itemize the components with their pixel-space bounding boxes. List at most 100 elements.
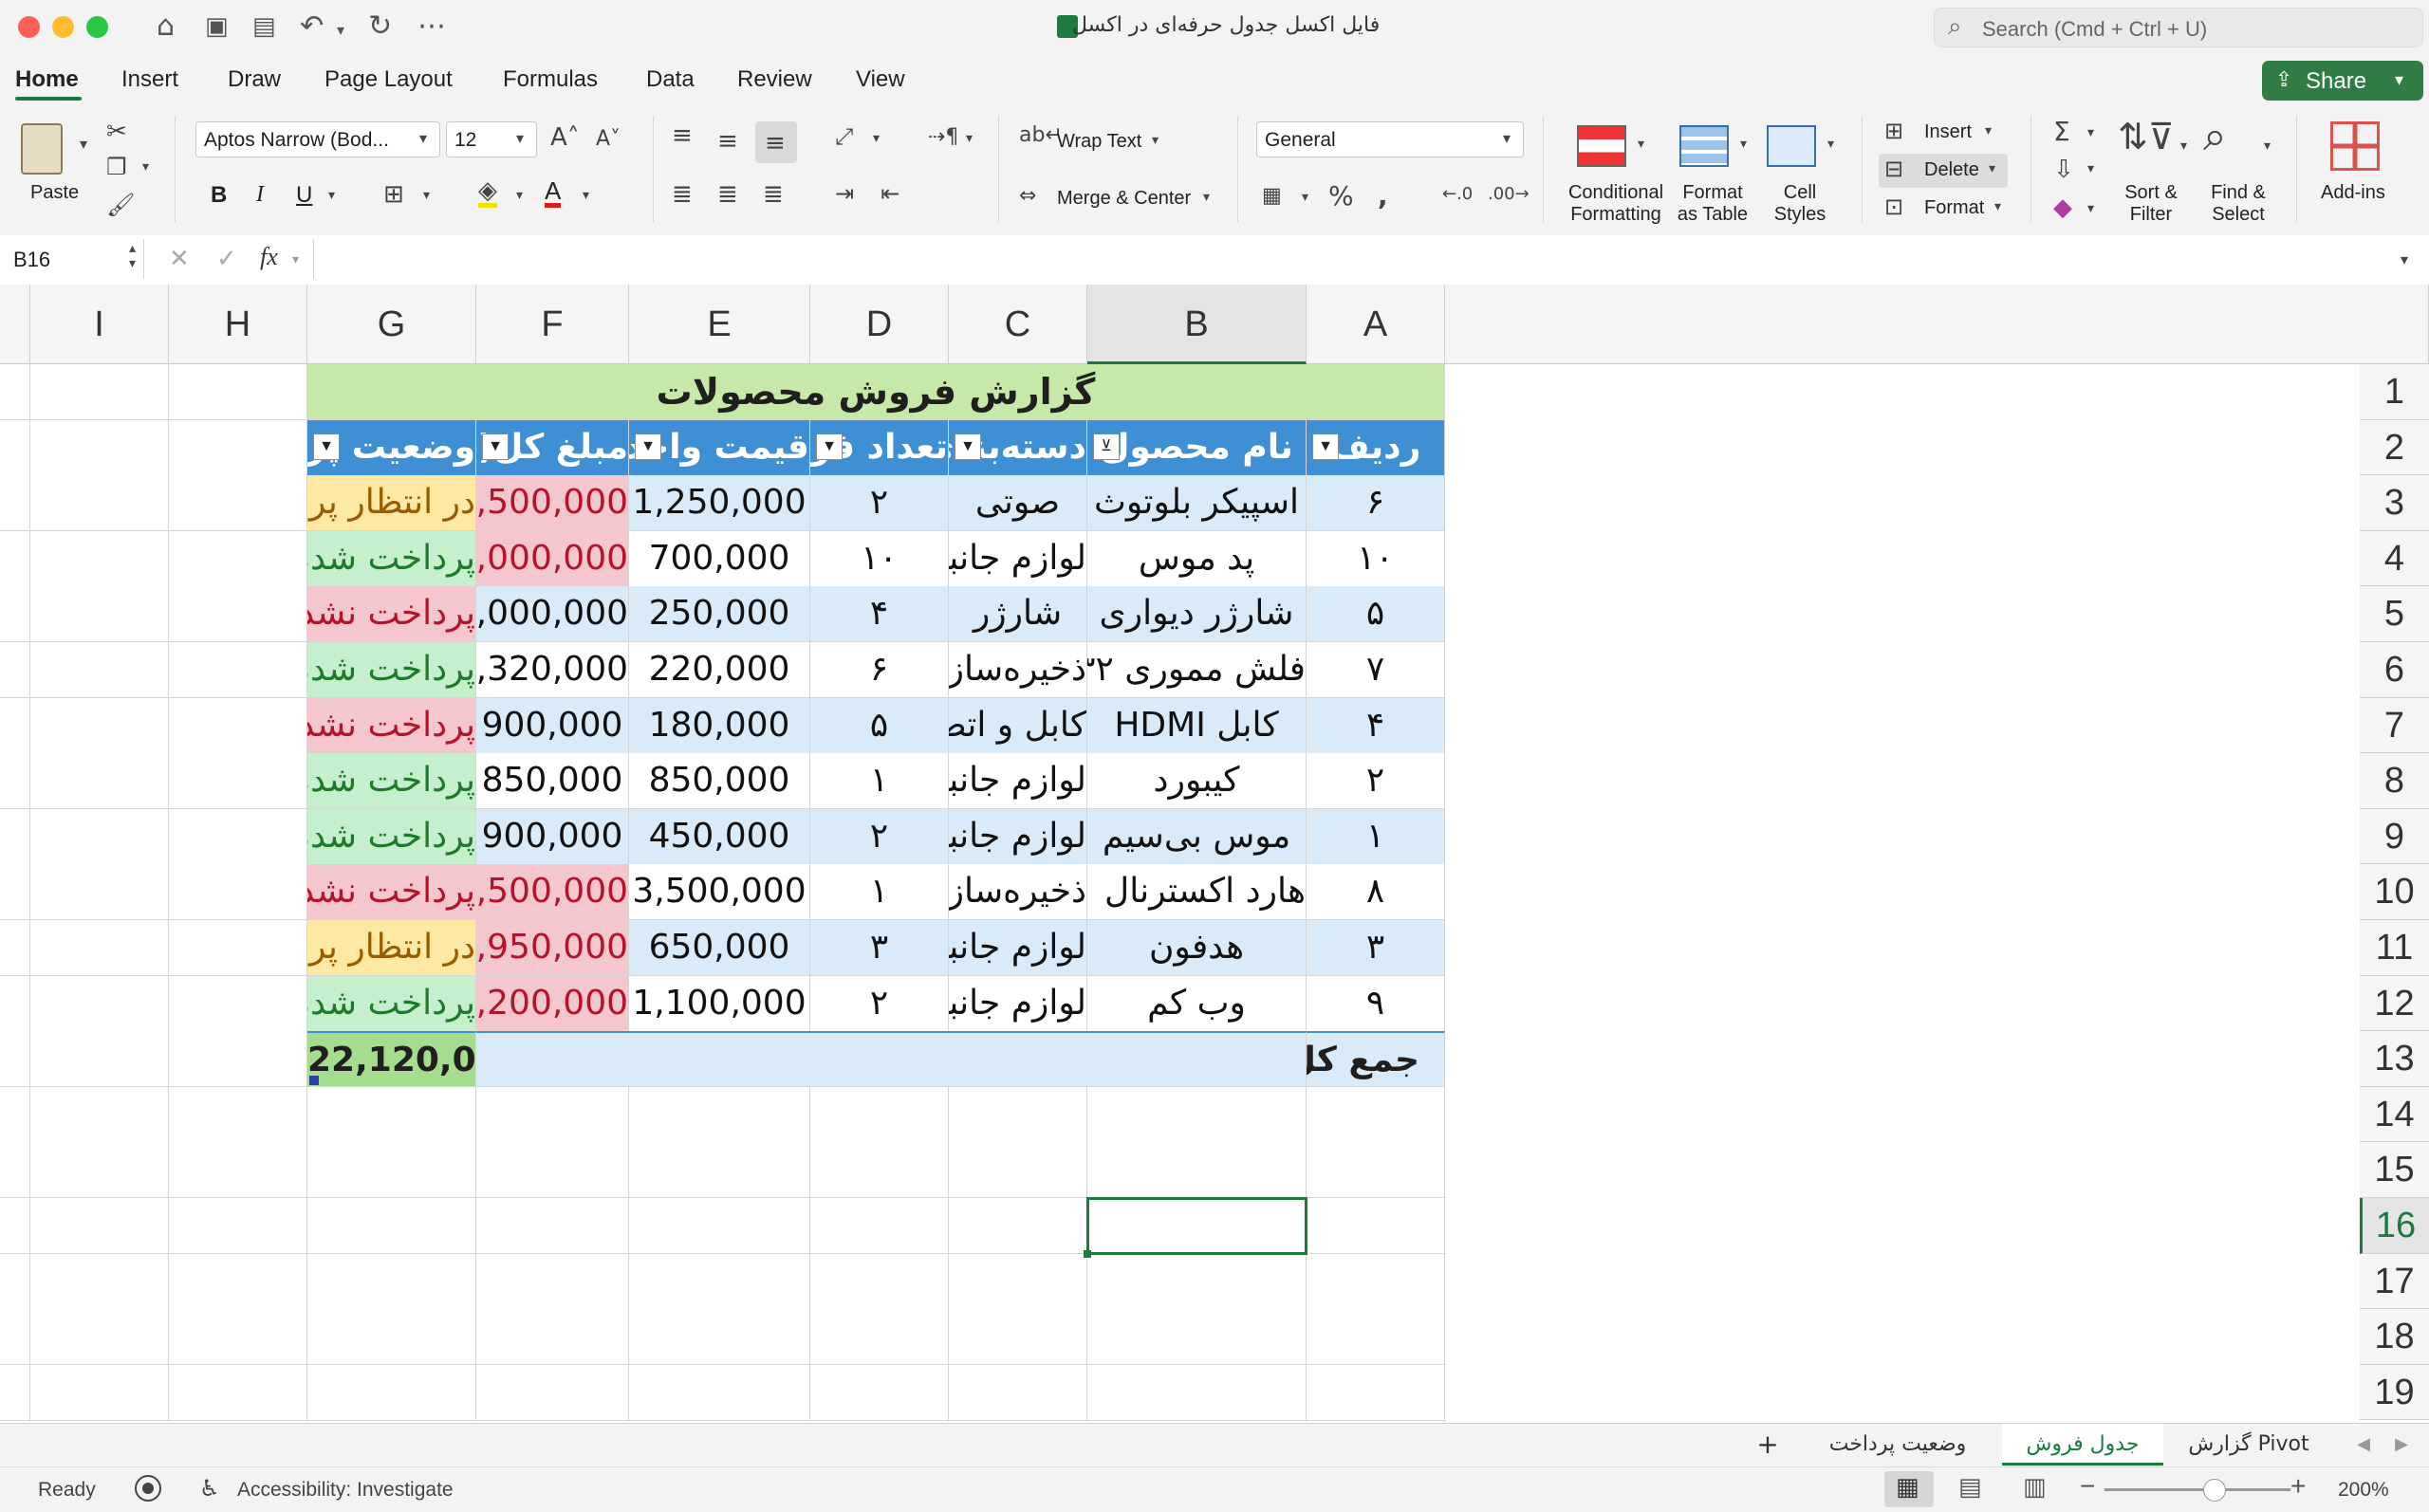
- cell-styles-icon[interactable]: [1767, 125, 1816, 167]
- grid-cell[interactable]: [307, 1086, 476, 1143]
- row-header[interactable]: 11: [2360, 920, 2429, 976]
- home-icon[interactable]: ⌂: [157, 9, 175, 43]
- tab-review[interactable]: Review: [737, 66, 812, 93]
- grid-cell[interactable]: [0, 1309, 30, 1366]
- redo-icon[interactable]: ↻: [368, 9, 392, 43]
- grid-cell[interactable]: [949, 1142, 1087, 1199]
- text-direction-icon[interactable]: ⇢¶: [928, 125, 958, 149]
- table-cell[interactable]: ۱: [1307, 808, 1445, 865]
- table-cell[interactable]: هدفون: [1087, 920, 1307, 977]
- grid-cell[interactable]: [810, 1142, 949, 1199]
- table-cell[interactable]: 1,100,000: [629, 975, 810, 1032]
- row-header[interactable]: 9: [2360, 808, 2429, 865]
- format-as-table-label[interactable]: Format as Table: [1670, 182, 1755, 226]
- grid-cell[interactable]: [169, 864, 307, 921]
- page-break-view-icon[interactable]: ▥: [2023, 1473, 2047, 1502]
- decrease-decimal-icon[interactable]: .00→: [1488, 184, 1530, 204]
- cancel-icon[interactable]: ✕: [169, 245, 190, 273]
- tab-data[interactable]: Data: [646, 66, 695, 93]
- sheet-tab-payment-status[interactable]: وضعیت پرداخت: [1803, 1424, 1993, 1466]
- filter-dropdown-button[interactable]: ▼: [482, 433, 509, 460]
- name-box[interactable]: B16: [0, 239, 144, 279]
- grid-cell[interactable]: [169, 530, 307, 587]
- orientation-icon[interactable]: ⤢: [835, 123, 853, 150]
- cut-icon[interactable]: ✂: [106, 118, 127, 146]
- wrap-text-button[interactable]: Wrap Text: [1057, 131, 1141, 153]
- grid-cell[interactable]: [30, 530, 169, 587]
- table-cell[interactable]: ۱: [810, 753, 949, 810]
- font-name-select[interactable]: Aptos Narrow (Bod...: [195, 121, 440, 157]
- undo-dropdown-icon[interactable]: ▾: [337, 21, 344, 39]
- grid-cell[interactable]: [30, 1198, 169, 1255]
- grid-cell[interactable]: [307, 1309, 476, 1366]
- row-header[interactable]: 7: [2360, 697, 2429, 754]
- scroll-tabs-right-icon[interactable]: ▶: [2387, 1424, 2416, 1466]
- grid-cell[interactable]: [30, 1253, 169, 1310]
- grid-cell[interactable]: [0, 1086, 30, 1143]
- insert-function-icon[interactable]: fx: [260, 243, 278, 271]
- zoom-slider-thumb[interactable]: [2203, 1479, 2226, 1502]
- grid-cell[interactable]: [1307, 1142, 1445, 1199]
- increase-font-size-icon[interactable]: A˄: [550, 123, 580, 152]
- grid-cell[interactable]: [1087, 1142, 1307, 1199]
- grid-cell[interactable]: [0, 364, 30, 421]
- table-cell[interactable]: ۵: [1307, 586, 1445, 643]
- grid-cell[interactable]: [169, 975, 307, 1032]
- underline-dropdown-icon[interactable]: ▾: [328, 188, 335, 203]
- table-cell[interactable]: صوتی: [949, 475, 1087, 532]
- page-layout-view-icon[interactable]: ▤: [1958, 1473, 1982, 1502]
- table-cell[interactable]: پرداخت نشده: [307, 586, 476, 643]
- table-cell[interactable]: پرداخت شده: [307, 642, 476, 699]
- add-ins-icon[interactable]: [2330, 121, 2380, 171]
- column-header-d[interactable]: D: [810, 285, 949, 364]
- share-button[interactable]: ⇪ Share ▾: [2262, 61, 2423, 101]
- table-cell[interactable]: ۶: [810, 642, 949, 699]
- table-cell[interactable]: شارژر: [949, 586, 1087, 643]
- grid-cell[interactable]: [169, 1364, 307, 1421]
- sheet-tab-sales-table[interactable]: جدول فروش: [2002, 1424, 2163, 1466]
- font-color-icon[interactable]: A: [545, 178, 562, 208]
- zoom-out-button[interactable]: −: [2080, 1471, 2095, 1502]
- close-window-button[interactable]: [18, 16, 40, 38]
- align-left-icon[interactable]: ≣: [672, 180, 693, 209]
- grid-cell[interactable]: [629, 1142, 810, 1199]
- enter-icon[interactable]: ✓: [216, 245, 237, 273]
- grid-cell[interactable]: [1307, 1086, 1445, 1143]
- format-as-table-icon[interactable]: [1679, 125, 1729, 167]
- grid-cell[interactable]: [307, 1198, 476, 1255]
- autosum-icon[interactable]: Σ: [2053, 116, 2070, 147]
- row-header[interactable]: 4: [2360, 530, 2429, 587]
- formula-input[interactable]: [313, 239, 2383, 279]
- sort-filter-button[interactable]: ⊻: [1093, 433, 1120, 460]
- grid-cell[interactable]: [1307, 1253, 1445, 1310]
- grid-cell[interactable]: [0, 1364, 30, 1421]
- grid-cell[interactable]: [169, 475, 307, 532]
- tab-draw[interactable]: Draw: [228, 66, 281, 93]
- clear-dropdown-icon[interactable]: ▾: [2087, 201, 2094, 216]
- grid-cell[interactable]: [476, 1253, 629, 1310]
- grid-cell[interactable]: [30, 864, 169, 921]
- table-cell[interactable]: 2,500,000: [476, 475, 629, 532]
- grid-cell[interactable]: [1087, 1086, 1307, 1143]
- table-cell[interactable]: پرداخت نشده: [307, 864, 476, 921]
- wrap-text-dropdown-icon[interactable]: ▾: [1152, 133, 1159, 148]
- grid-cell[interactable]: [169, 1142, 307, 1199]
- add-sheet-button[interactable]: +: [1744, 1424, 1791, 1466]
- grid-cell[interactable]: [30, 642, 169, 699]
- grid-cell[interactable]: [0, 1253, 30, 1310]
- sort-filter-dropdown-icon[interactable]: ▾: [2180, 138, 2187, 154]
- insert-cells-icon[interactable]: ⊞: [1884, 118, 1903, 144]
- comma-style-icon[interactable]: ,: [1378, 180, 1388, 212]
- row-header[interactable]: 2: [2360, 419, 2429, 476]
- grid-cell[interactable]: [949, 1198, 1087, 1255]
- grid-cell[interactable]: [30, 1086, 169, 1143]
- grid-cell[interactable]: [810, 1309, 949, 1366]
- grid-cell[interactable]: [949, 1086, 1087, 1143]
- grid-cell[interactable]: [30, 1309, 169, 1366]
- grid-cell[interactable]: [30, 586, 169, 643]
- grid-cell[interactable]: [629, 1086, 810, 1143]
- table-cell[interactable]: 3,500,000: [629, 864, 810, 921]
- format-dropdown-icon[interactable]: ▾: [1994, 199, 2001, 214]
- grid-cell[interactable]: [1307, 1198, 1445, 1255]
- number-format-select[interactable]: General: [1256, 121, 1524, 157]
